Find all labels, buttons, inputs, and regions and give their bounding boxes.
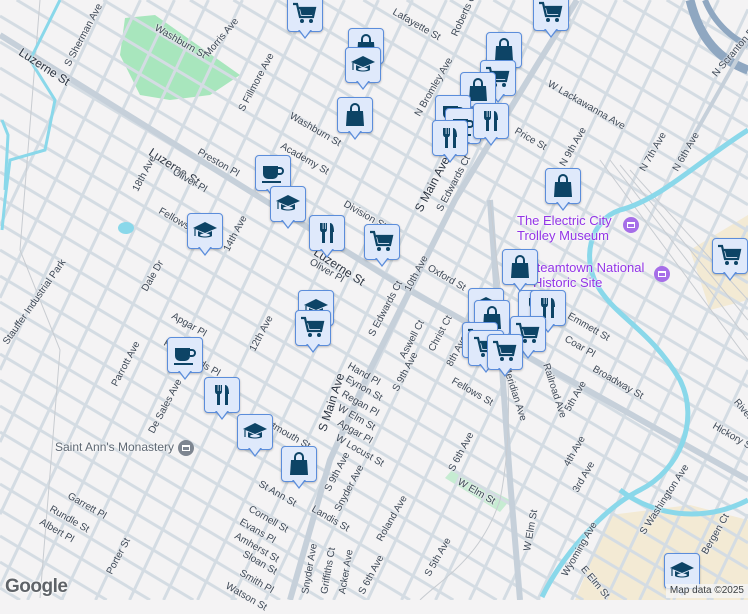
museum-icon	[654, 266, 670, 282]
marker-shopping-cart[interactable]	[487, 334, 523, 378]
shopping-cart-icon	[538, 0, 564, 26]
marker-shopping-bag[interactable]	[545, 168, 581, 212]
monastery-icon	[178, 440, 195, 456]
marker-shopping-bag[interactable]	[337, 97, 373, 141]
shopping-cart-icon	[300, 315, 326, 341]
shopping-cart-icon	[369, 229, 395, 255]
restaurant-icon	[478, 108, 504, 134]
shopping-cart-icon	[292, 1, 318, 27]
marker-restaurant[interactable]	[432, 120, 468, 164]
marker-shopping-cart[interactable]	[364, 224, 400, 268]
marker-graduation-cap[interactable]	[237, 414, 273, 458]
poi-saint-anns-monastery[interactable]: Saint Ann's Monastery	[55, 440, 195, 456]
marker-shopping-cart[interactable]	[533, 0, 569, 39]
poi-name: Steamtown National	[528, 260, 645, 275]
marker-graduation-cap[interactable]	[345, 47, 381, 91]
marker-shopping-cart[interactable]	[287, 0, 323, 40]
poi-name: Historic Site	[533, 275, 603, 290]
marker-shopping-cart[interactable]	[295, 310, 331, 354]
marker-restaurant[interactable]	[473, 103, 509, 147]
marker-shopping-cart[interactable]	[712, 238, 748, 282]
pond	[118, 222, 134, 234]
graduation-cap-icon	[192, 218, 218, 244]
marker-restaurant[interactable]	[309, 215, 345, 259]
graduation-cap-icon	[242, 419, 268, 445]
poi-name: Trolley Museum	[517, 228, 609, 243]
coffee-cup-icon	[260, 160, 286, 186]
shopping-cart-icon	[717, 243, 743, 269]
marker-graduation-cap[interactable]	[187, 213, 223, 257]
museum-icon	[623, 217, 639, 233]
graduation-cap-icon	[669, 558, 695, 584]
marker-shopping-bag[interactable]	[502, 249, 538, 293]
poi-name: The Electric City	[517, 213, 612, 228]
google-logo: Google	[5, 576, 68, 597]
poi-name: Saint Ann's Monastery	[55, 440, 175, 455]
graduation-cap-icon	[350, 52, 376, 78]
shopping-bag-icon	[550, 173, 576, 199]
restaurant-icon	[437, 125, 463, 151]
graduation-cap-icon	[275, 191, 301, 217]
coffee-cup-icon	[172, 342, 198, 368]
poi-steamtown[interactable]: Steamtown National Historic Site	[528, 260, 670, 290]
marker-graduation-cap[interactable]	[270, 186, 306, 230]
shopping-bag-icon	[507, 254, 533, 280]
marker-restaurant[interactable]	[204, 377, 240, 421]
restaurant-icon	[314, 220, 340, 246]
marker-shopping-bag[interactable]	[281, 446, 317, 490]
marker-coffee-cup[interactable]	[167, 337, 203, 381]
shopping-cart-icon	[492, 339, 518, 365]
restaurant-icon	[209, 382, 235, 408]
shopping-bag-icon	[286, 451, 312, 477]
map-attribution[interactable]: Map data ©2025	[665, 584, 748, 598]
poi-trolley-museum[interactable]: The Electric City Trolley Museum	[517, 213, 639, 243]
shopping-bag-icon	[342, 102, 368, 128]
